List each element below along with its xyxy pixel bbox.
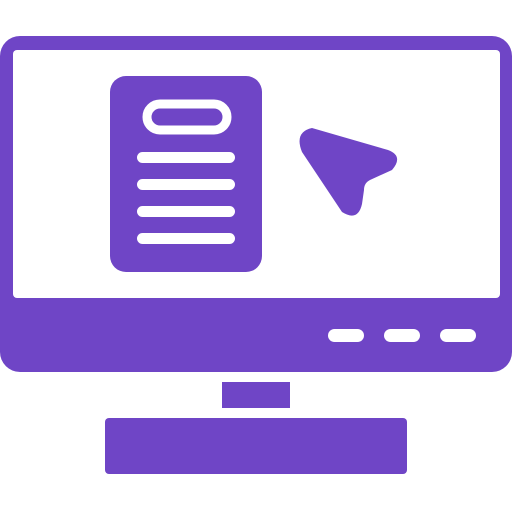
document-text-line <box>137 233 235 244</box>
document-text-line <box>137 179 235 190</box>
document-icon <box>110 76 262 272</box>
indicator-dot <box>384 329 420 342</box>
indicator-dot <box>328 329 364 342</box>
document-text-line <box>137 152 235 163</box>
monitor-base <box>105 418 407 474</box>
computer-monitor-document-cursor-icon <box>0 36 512 474</box>
document-text-line <box>137 206 235 217</box>
icon-canvas <box>0 0 512 512</box>
monitor-neck <box>222 382 290 408</box>
indicator-dots <box>328 329 476 342</box>
indicator-dot <box>440 329 476 342</box>
